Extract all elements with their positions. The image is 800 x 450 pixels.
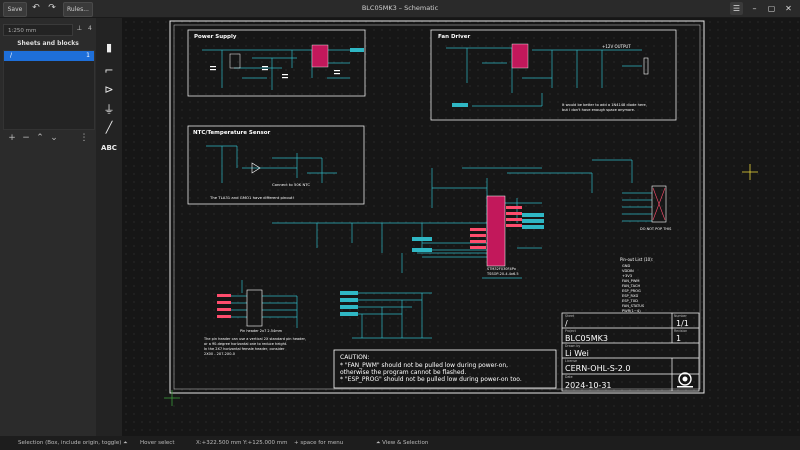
date-value: 2024-10-31	[565, 381, 612, 390]
mcu-package: TSSOP-20-4.4x6.5	[486, 272, 519, 276]
draw-line-icon[interactable]: ╱	[100, 120, 118, 136]
sheet-count: 4	[88, 25, 92, 32]
more-icon[interactable]: ⋮	[79, 132, 89, 144]
drawn-by-label: Drawn by	[565, 344, 580, 348]
fan-note-line2: but I don't have enough space anymore.	[562, 108, 635, 112]
sheet-field-label: Sheet	[565, 314, 575, 318]
mcu-part-name: STM32F030F4Px	[487, 267, 516, 271]
header-note-2: or a 90-degree horizontal one to reduce …	[204, 342, 287, 346]
ntc-note-1: Connect to 50K NTC	[272, 182, 310, 187]
caution-title: CAUTION:	[340, 354, 369, 361]
number-field-value: 1/1	[676, 319, 689, 328]
project-field-label: Project	[565, 329, 577, 333]
status-bar: Selection (Box, include origin, toggle) …	[0, 436, 800, 450]
mcu-ic	[486, 195, 506, 267]
list-item: ESP_TXD	[622, 299, 638, 303]
sheet-field-value: /	[565, 319, 568, 328]
draw-wire-icon[interactable]: ⌐	[100, 63, 118, 79]
origin-marker	[164, 390, 180, 406]
fan-driver-title: Fan Driver	[438, 34, 470, 40]
list-item: ESP_RXD	[622, 294, 638, 298]
number-field-label: Number	[674, 314, 687, 318]
drawn-by-value: Li Wei	[565, 349, 589, 358]
schematic-canvas[interactable]: Power Supply Fan Driver +12V OUTPUT It w…	[122, 18, 800, 436]
sheet-toolbar: + − ⌃ ⌄ ⋮	[3, 132, 93, 144]
space-hint: + space for menu	[294, 440, 344, 446]
header-note-3: In the 2X7 horizontal female header, con…	[204, 347, 285, 351]
ntc-wires	[206, 145, 337, 183]
window-title: BLC05MK3 – Schematic	[361, 4, 439, 12]
tool-column: ▮ ⌐ ⊳ ⏚ ╱ ABC	[96, 18, 122, 436]
sheet-name: /	[10, 52, 13, 59]
maximize-icon[interactable]: ▢	[765, 2, 778, 15]
close-icon[interactable]: ✕	[782, 2, 795, 15]
selection-mode[interactable]: Selection (Box, include origin, toggle) …	[18, 436, 128, 450]
pinout-title: Pin-out List (10):	[620, 257, 653, 262]
list-item: VDDIN	[622, 269, 634, 273]
move-down-icon[interactable]: ⌄	[49, 132, 59, 144]
caution-line-3: * "ESP_PROG" should not be pulled low du…	[340, 376, 522, 383]
power-supply-title: Power Supply	[194, 34, 237, 40]
do-not-pop-label: DO NOT POP THIS	[640, 227, 672, 231]
header-net-labels	[217, 294, 231, 318]
place-component-icon[interactable]: ▮	[100, 40, 118, 56]
net-label-icon[interactable]: ⊳	[100, 82, 118, 98]
project-field-value: BLC05MK3	[565, 334, 608, 343]
caution-line-2: otherwise the program cannot be flashed.	[340, 369, 466, 376]
license-label: License	[565, 359, 577, 363]
list-item: GND	[622, 264, 630, 268]
minimize-icon[interactable]: –	[748, 2, 761, 15]
resistor-net-labels	[340, 291, 358, 316]
hover-select[interactable]: Hover select	[140, 436, 175, 450]
pin-icon[interactable]: ⟂	[77, 24, 82, 33]
net-label	[452, 103, 468, 107]
license-value: CERN-OHL-S-2.0	[565, 364, 631, 373]
list-item[interactable]: / 1	[4, 51, 94, 61]
title-bar: Save ↶ ↷ Rules... BLC05MK3 – Schematic ☰…	[0, 0, 800, 18]
cursor-coordinates: X:+322.500 mm Y:+125.000 mm	[196, 440, 288, 446]
hamburger-menu-icon[interactable]: ☰	[730, 2, 743, 15]
remove-icon[interactable]: −	[21, 132, 31, 144]
list-item: FAN_PWM	[622, 279, 640, 283]
power-symbol-icon[interactable]: ⏚	[100, 102, 118, 118]
ntc-title: NTC/Temperature Sensor	[193, 130, 271, 136]
panel-title: Sheets and blocks	[17, 40, 79, 47]
pinout-list: GND VDDIN +3V3 FAN_PWM FAN_TACH ESP_PROG…	[622, 264, 645, 313]
view-selection-button[interactable]: ⏶ View & Selection	[376, 436, 428, 450]
fan-driver-ic	[511, 43, 529, 69]
list-item: ESP_PROG	[622, 289, 641, 293]
revision-field-label: Revision	[674, 329, 687, 333]
date-label: Date	[565, 375, 573, 379]
caution-line-1: * "FAN_PWM" should not be pulled low dur…	[340, 362, 508, 369]
ntc-block	[187, 125, 365, 205]
regulator-ic	[311, 44, 329, 68]
move-up-icon[interactable]: ⌃	[35, 132, 45, 144]
fan-driver-wires	[446, 47, 642, 107]
crosshair-cursor	[742, 164, 758, 180]
fan-note-line1: It would be better to add a 1N4148 diode…	[562, 103, 647, 107]
schematic-sheet: Power Supply Fan Driver +12V OUTPUT It w…	[164, 20, 758, 406]
sheets-panel: 1:250 mm ⟂ 4 Sheets and blocks / 1 + − ⌃…	[0, 18, 97, 436]
list-item: FAN_TACH	[622, 284, 641, 288]
revision-field-value: 1	[676, 334, 681, 343]
text-tool-icon[interactable]: ABC	[100, 140, 118, 156]
sheet-list: / 1	[3, 50, 95, 130]
list-item: +3V3	[622, 274, 632, 278]
add-icon[interactable]: +	[7, 132, 17, 144]
project-logo	[677, 372, 693, 388]
fan-output-label: +12V OUTPUT	[602, 44, 631, 49]
sheet-number: 1	[86, 52, 90, 59]
list-item: PWR(1~4)	[622, 309, 641, 313]
header-note-1: The pin header can use a vertical 2X sta…	[203, 337, 306, 341]
grid-select[interactable]: 1:250 mm	[3, 24, 73, 36]
connector-wires	[592, 159, 652, 222]
pin-header	[246, 289, 263, 327]
pin-header-label: Pin header 2x7 2.54mm	[240, 329, 283, 333]
ntc-note-2: The TLA31 and GMO1 have different pinout…	[209, 195, 294, 200]
net-label	[350, 48, 364, 52]
header-note-4: 2X00 - 2X7-2X0-0	[204, 352, 235, 356]
list-item: FAN_STATUS	[622, 304, 645, 308]
